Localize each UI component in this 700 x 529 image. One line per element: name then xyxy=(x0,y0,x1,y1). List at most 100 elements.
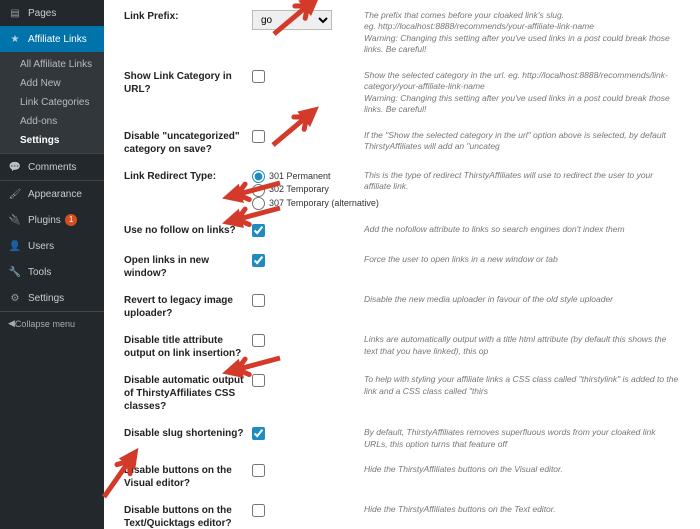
setting-row-quicktag-buttons: Disable buttons on the Text/Quicktags ed… xyxy=(124,504,680,529)
appearance-icon: 🖌 xyxy=(8,187,22,201)
setting-description: This is the type of redirect ThirstyAffi… xyxy=(364,170,680,193)
collapse-label: Collapse menu xyxy=(15,319,75,329)
nofollow-checkbox[interactable] xyxy=(252,224,265,237)
slug-shortening-checkbox[interactable] xyxy=(252,427,265,440)
show-category-checkbox[interactable] xyxy=(252,70,265,83)
new-window-checkbox[interactable] xyxy=(252,254,265,267)
settings-panel: Link Prefix:goThe prefix that comes befo… xyxy=(104,0,700,529)
setting-control: 301 Permanent302 Temporary307 Temporary … xyxy=(252,170,364,211)
setting-row-link-prefix: Link Prefix:goThe prefix that comes befo… xyxy=(124,10,680,56)
collapse-icon: ◀ xyxy=(8,318,15,329)
setting-description: Disable the new media uploader in favour… xyxy=(364,294,680,305)
css-classes-checkbox[interactable] xyxy=(252,374,265,387)
settings-icon: ⚙ xyxy=(8,291,22,305)
radio-label: 307 Temporary (alternative) xyxy=(269,197,379,211)
setting-label: Disable buttons on the Text/Quicktags ed… xyxy=(124,504,252,529)
setting-row-css-classes: Disable automatic output of ThirstyAffil… xyxy=(124,374,680,413)
admin-sidebar: ▤ Pages ★ Affiliate Links All Affiliate … xyxy=(0,0,104,529)
setting-control xyxy=(252,504,364,520)
setting-label: Disable title attribute output on link i… xyxy=(124,334,252,360)
setting-label: Revert to legacy image uploader? xyxy=(124,294,252,320)
setting-description: Force the user to open links in a new wi… xyxy=(364,254,680,265)
setting-description: By default, ThirstyAffiliates removes su… xyxy=(364,427,680,450)
setting-control xyxy=(252,254,364,270)
setting-row-title-attr: Disable title attribute output on link i… xyxy=(124,334,680,360)
sidebar-subitem-addons[interactable]: Add-ons xyxy=(0,112,104,131)
comment-icon: 💬 xyxy=(8,160,22,174)
setting-description: Show the selected category in the url. e… xyxy=(364,70,680,116)
redirect-type-radio-302[interactable] xyxy=(252,184,265,197)
setting-description: Links are automatically output with a ti… xyxy=(364,334,680,357)
sidebar-item-label: Appearance xyxy=(28,189,82,200)
setting-label: Link Redirect Type: xyxy=(124,170,252,183)
setting-row-legacy-uploader: Revert to legacy image uploader? Disable … xyxy=(124,294,680,320)
visual-buttons-checkbox[interactable] xyxy=(252,464,265,477)
plugin-icon: 🔌 xyxy=(8,213,22,227)
sidebar-subitem-settings[interactable]: Settings xyxy=(0,131,104,150)
link-prefix-select[interactable]: go xyxy=(252,10,332,30)
setting-description: Hide the ThirstyAffiliates buttons on th… xyxy=(364,464,680,475)
setting-description: If the "Show the selected category in th… xyxy=(364,130,680,153)
setting-control xyxy=(252,374,364,390)
sidebar-item-label: Pages xyxy=(28,8,56,19)
redirect-type-option-302[interactable]: 302 Temporary xyxy=(252,183,356,197)
link-icon: ★ xyxy=(8,32,22,46)
radio-label: 302 Temporary xyxy=(269,183,329,197)
sidebar-submenu: All Affiliate Links Add New Link Categor… xyxy=(0,52,104,153)
sidebar-item-settings[interactable]: ⚙ Settings xyxy=(0,285,104,311)
setting-row-redirect-type: Link Redirect Type:301 Permanent302 Temp… xyxy=(124,170,680,211)
redirect-type-radio-301[interactable] xyxy=(252,170,265,183)
sidebar-item-label: Settings xyxy=(28,293,64,304)
sidebar-item-tools[interactable]: 🔧 Tools xyxy=(0,259,104,285)
setting-control xyxy=(252,334,364,350)
setting-label: Open links in new window? xyxy=(124,254,252,280)
sidebar-item-label: Comments xyxy=(28,162,76,173)
setting-label: Disable "uncategorized" category on save… xyxy=(124,130,252,156)
plugin-badge: 1 xyxy=(65,214,77,226)
sidebar-item-comments[interactable]: 💬 Comments xyxy=(0,153,104,180)
quicktag-buttons-checkbox[interactable] xyxy=(252,504,265,517)
sidebar-subitem-categories[interactable]: Link Categories xyxy=(0,93,104,112)
title-attr-checkbox[interactable] xyxy=(252,334,265,347)
setting-control xyxy=(252,464,364,480)
setting-row-new-window: Open links in new window? Force the user … xyxy=(124,254,680,280)
redirect-type-option-307[interactable]: 307 Temporary (alternative) xyxy=(252,197,356,211)
redirect-type-radio-307[interactable] xyxy=(252,197,265,210)
setting-control xyxy=(252,427,364,443)
legacy-uploader-checkbox[interactable] xyxy=(252,294,265,307)
setting-label: Use no follow on links? xyxy=(124,224,252,237)
tool-icon: 🔧 xyxy=(8,265,22,279)
disable-uncategorized-checkbox[interactable] xyxy=(252,130,265,143)
setting-description: The prefix that comes before your cloake… xyxy=(364,10,680,56)
setting-row-nofollow: Use no follow on links? Add the nofollow … xyxy=(124,224,680,240)
radio-label: 301 Permanent xyxy=(269,170,331,184)
sidebar-subitem-add-new[interactable]: Add New xyxy=(0,74,104,93)
setting-label: Disable automatic output of ThirstyAffil… xyxy=(124,374,252,413)
sidebar-item-plugins[interactable]: 🔌 Plugins 1 xyxy=(0,207,104,233)
page-icon: ▤ xyxy=(8,6,22,20)
setting-row-slug-shortening: Disable slug shortening? By default, Thir… xyxy=(124,427,680,450)
redirect-type-option-301[interactable]: 301 Permanent xyxy=(252,170,356,184)
setting-description: Hide the ThirstyAffiliates buttons on th… xyxy=(364,504,680,515)
sidebar-item-affiliate-links[interactable]: ★ Affiliate Links xyxy=(0,26,104,52)
sidebar-item-label: Affiliate Links xyxy=(28,34,87,45)
setting-label: Disable slug shortening? xyxy=(124,427,252,440)
sidebar-item-label: Plugins xyxy=(28,215,61,226)
sidebar-item-label: Tools xyxy=(28,267,51,278)
collapse-menu[interactable]: ◀ Collapse menu xyxy=(0,311,104,335)
setting-description: Add the nofollow attribute to links so s… xyxy=(364,224,680,235)
setting-row-show-category: Show Link Category in URL? Show the selec… xyxy=(124,70,680,116)
user-icon: 👤 xyxy=(8,239,22,253)
setting-description: To help with styling your affiliate link… xyxy=(364,374,680,397)
sidebar-item-users[interactable]: 👤 Users xyxy=(0,233,104,259)
setting-label: Show Link Category in URL? xyxy=(124,70,252,96)
setting-control xyxy=(252,70,364,86)
sidebar-item-appearance[interactable]: 🖌 Appearance xyxy=(0,180,104,207)
setting-row-visual-buttons: Disable buttons on the Visual editor? Hid… xyxy=(124,464,680,490)
sidebar-subitem-all[interactable]: All Affiliate Links xyxy=(0,55,104,74)
setting-row-disable-uncategorized: Disable "uncategorized" category on save… xyxy=(124,130,680,156)
setting-control: go xyxy=(252,10,364,30)
setting-label: Disable buttons on the Visual editor? xyxy=(124,464,252,490)
sidebar-item-pages[interactable]: ▤ Pages xyxy=(0,0,104,26)
setting-control xyxy=(252,130,364,146)
